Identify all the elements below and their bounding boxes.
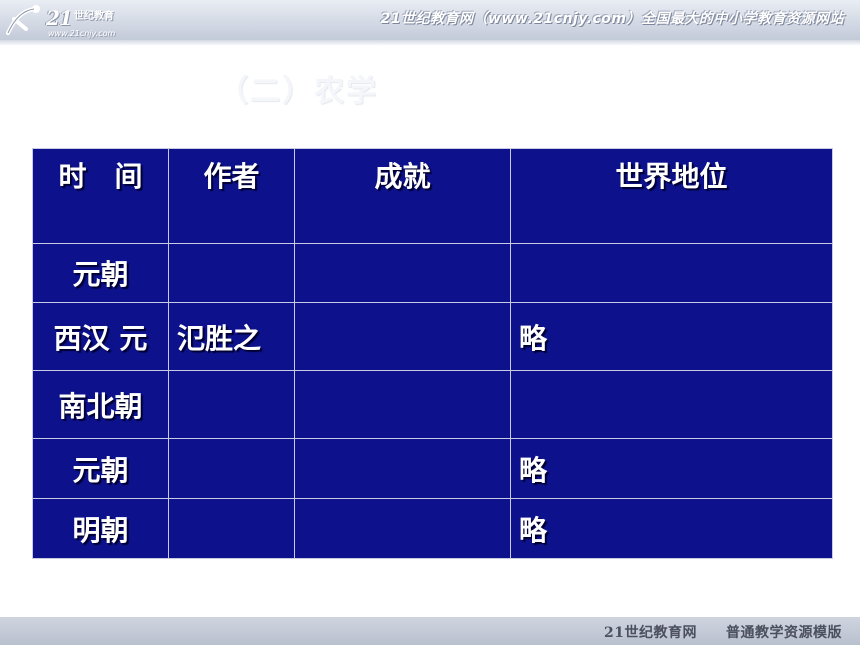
table-cell: 元朝 xyxy=(32,243,169,303)
table-cell xyxy=(294,370,511,439)
table-row: 元朝 略 xyxy=(32,438,833,499)
header-cell-time: 时 间 xyxy=(32,148,169,244)
table-row: 南北朝 xyxy=(32,370,833,439)
table-cell xyxy=(294,243,511,303)
table-cell: 南北朝 xyxy=(32,370,169,439)
table-row: 西汉 元 氾胜之 略 xyxy=(32,302,833,371)
table-row: 明朝 略 xyxy=(32,498,833,559)
logo-runner-icon xyxy=(6,5,40,35)
section-heading: （二）农学 xyxy=(218,74,378,109)
table-cell xyxy=(168,438,295,499)
table-cell: 元朝 xyxy=(32,438,169,499)
table-cell: 明朝 xyxy=(32,498,169,559)
header-divider xyxy=(0,40,860,46)
table-cell xyxy=(510,370,833,439)
table-cell: 略 xyxy=(510,302,833,371)
main-table: 时 间 作者 成就 世界地位 元朝 西汉 元 氾胜之 略 南北朝 元朝 略 明朝… xyxy=(32,148,833,559)
logo-text: 21 xyxy=(46,6,73,30)
header-cell-author: 作者 xyxy=(168,148,295,244)
header-cell-world-status: 世界地位 xyxy=(510,148,833,244)
table-header-row: 时 间 作者 成就 世界地位 xyxy=(32,148,833,244)
header-slogan: 21世纪教育网（www.21cnjy.com）全国最大的中小学教育资源网站 xyxy=(380,11,844,27)
table-cell xyxy=(294,498,511,559)
header-cell-achievement: 成就 xyxy=(294,148,511,244)
logo-subtitle: 世纪教育 xyxy=(74,11,114,22)
table-row: 元朝 xyxy=(32,243,833,303)
table-cell xyxy=(294,302,511,371)
table-cell: 略 xyxy=(510,438,833,499)
table-cell xyxy=(168,498,295,559)
table-cell xyxy=(510,243,833,303)
table-cell xyxy=(294,438,511,499)
table-cell xyxy=(168,243,295,303)
footer-text: 21世纪教育网 普通教学资源模版 xyxy=(604,625,842,641)
table-cell: 氾胜之 xyxy=(168,302,295,371)
table-cell: 西汉 元 xyxy=(32,302,169,371)
table-cell xyxy=(168,370,295,439)
logo-url: www.21cnjy.com xyxy=(48,29,116,38)
table-cell: 略 xyxy=(510,498,833,559)
